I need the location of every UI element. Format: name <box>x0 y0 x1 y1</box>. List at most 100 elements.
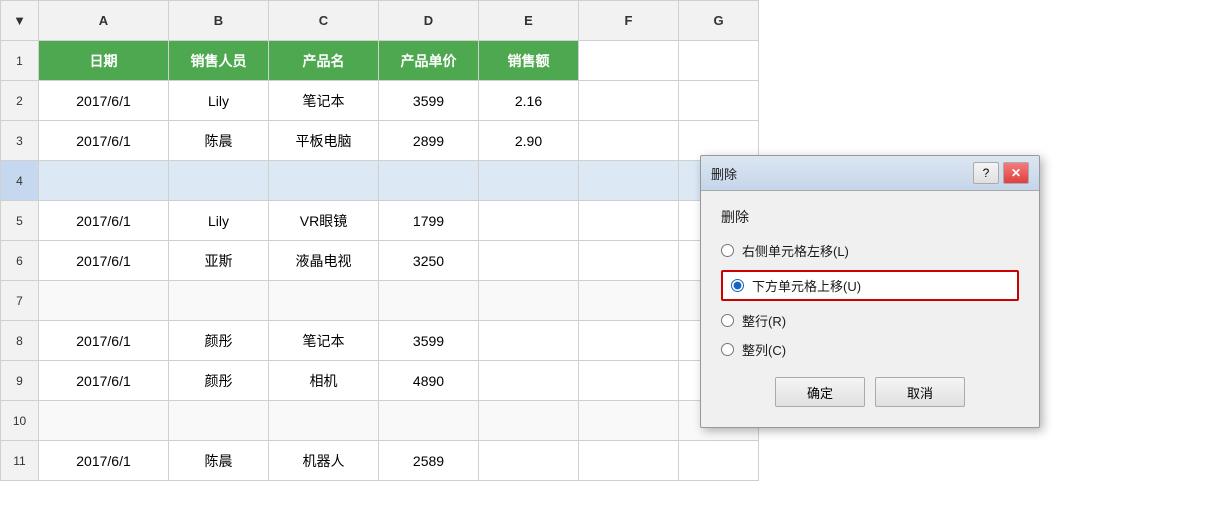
cell-7-0[interactable] <box>39 281 169 321</box>
cell-9-2[interactable]: 相机 <box>269 361 379 401</box>
cell-8-4[interactable] <box>479 321 579 361</box>
cell-4-5[interactable] <box>579 161 679 201</box>
cell-7-4[interactable] <box>479 281 579 321</box>
cell-5-5[interactable] <box>579 201 679 241</box>
cell-2-4[interactable]: 2.16 <box>479 81 579 121</box>
cell-7-1[interactable] <box>169 281 269 321</box>
cell-10-4[interactable] <box>479 401 579 441</box>
radio-input-3[interactable] <box>721 314 734 327</box>
cell-10-2[interactable] <box>269 401 379 441</box>
ok-button[interactable]: 确定 <box>775 377 865 407</box>
col-header-c[interactable]: C <box>269 1 379 41</box>
cell-6-5[interactable] <box>579 241 679 281</box>
cell-9-3[interactable]: 4890 <box>379 361 479 401</box>
cell-3-2[interactable]: 平板电脑 <box>269 121 379 161</box>
dialog-titlebar-buttons: ? ✕ <box>973 162 1029 184</box>
cell-2-5[interactable] <box>579 81 679 121</box>
cell-4-1[interactable] <box>169 161 269 201</box>
cell-2-6[interactable] <box>679 81 759 121</box>
cell-2-1[interactable]: Lily <box>169 81 269 121</box>
cell-6-3[interactable]: 3250 <box>379 241 479 281</box>
cell-10-3[interactable] <box>379 401 479 441</box>
col-header-g[interactable]: G <box>679 1 759 41</box>
cell-9-5[interactable] <box>579 361 679 401</box>
cell-1f[interactable] <box>579 41 679 81</box>
cell-2-0[interactable]: 2017/6/1 <box>39 81 169 121</box>
table-row: 22017/6/1Lily笔记本35992.16 <box>1 81 759 121</box>
col-header-f[interactable]: F <box>579 1 679 41</box>
dialog-body: 删除 右侧单元格左移(L) 下方单元格上移(U) 整行(R) 整列(C) 确定 … <box>701 191 1039 427</box>
header-cell-sales-person[interactable]: 销售人员 <box>169 41 269 81</box>
cell-11-6[interactable] <box>679 441 759 481</box>
cell-11-3[interactable]: 2589 <box>379 441 479 481</box>
spreadsheet-table: ▼ A B C D E F G 1 日期 销售人员 产品名 产品单价 <box>0 0 759 481</box>
radio-option-1[interactable]: 右侧单元格左移(L) <box>721 241 1019 260</box>
cell-2-3[interactable]: 3599 <box>379 81 479 121</box>
row-num-8: 8 <box>1 321 39 361</box>
row-num-9: 9 <box>1 361 39 401</box>
col-header-b[interactable]: B <box>169 1 269 41</box>
cell-11-2[interactable]: 机器人 <box>269 441 379 481</box>
cell-8-1[interactable]: 颜彤 <box>169 321 269 361</box>
radio-label-2: 下方单元格上移(U) <box>752 276 861 295</box>
cell-4-4[interactable] <box>479 161 579 201</box>
cell-4-2[interactable] <box>269 161 379 201</box>
cell-3-5[interactable] <box>579 121 679 161</box>
cell-8-0[interactable]: 2017/6/1 <box>39 321 169 361</box>
row-num-4: 4 <box>1 161 39 201</box>
cell-5-0[interactable]: 2017/6/1 <box>39 201 169 241</box>
cell-5-3[interactable]: 1799 <box>379 201 479 241</box>
cell-10-1[interactable] <box>169 401 269 441</box>
header-cell-date[interactable]: 日期 <box>39 41 169 81</box>
cell-6-0[interactable]: 2017/6/1 <box>39 241 169 281</box>
col-header-d[interactable]: D <box>379 1 479 41</box>
cell-10-0[interactable] <box>39 401 169 441</box>
radio-input-2[interactable] <box>731 279 744 292</box>
cell-8-3[interactable]: 3599 <box>379 321 479 361</box>
cell-6-1[interactable]: 亚斯 <box>169 241 269 281</box>
cell-4-3[interactable] <box>379 161 479 201</box>
radio-input-4[interactable] <box>721 343 734 356</box>
cell-11-1[interactable]: 陈晨 <box>169 441 269 481</box>
radio-input-1[interactable] <box>721 244 734 257</box>
cell-9-1[interactable]: 颜彤 <box>169 361 269 401</box>
table-row: 4 <box>1 161 759 201</box>
dialog-close-button[interactable]: ✕ <box>1003 162 1029 184</box>
cancel-button[interactable]: 取消 <box>875 377 965 407</box>
cell-7-3[interactable] <box>379 281 479 321</box>
cell-10-5[interactable] <box>579 401 679 441</box>
cell-9-0[interactable]: 2017/6/1 <box>39 361 169 401</box>
header-cell-unit-price[interactable]: 产品单价 <box>379 41 479 81</box>
radio-option-2[interactable]: 下方单元格上移(U) <box>721 270 1019 301</box>
table-row: 62017/6/1亚斯液晶电视3250 <box>1 241 759 281</box>
cell-8-5[interactable] <box>579 321 679 361</box>
radio-label-4: 整列(C) <box>742 340 786 359</box>
cell-3-1[interactable]: 陈晨 <box>169 121 269 161</box>
cell-3-4[interactable]: 2.90 <box>479 121 579 161</box>
cell-3-3[interactable]: 2899 <box>379 121 479 161</box>
cell-9-4[interactable] <box>479 361 579 401</box>
col-header-e[interactable]: E <box>479 1 579 41</box>
radio-option-4[interactable]: 整列(C) <box>721 340 1019 359</box>
cell-7-2[interactable] <box>269 281 379 321</box>
col-header-a[interactable]: A <box>39 1 169 41</box>
cell-6-4[interactable] <box>479 241 579 281</box>
cell-2-2[interactable]: 笔记本 <box>269 81 379 121</box>
cell-11-0[interactable]: 2017/6/1 <box>39 441 169 481</box>
header-cell-product-name[interactable]: 产品名 <box>269 41 379 81</box>
dialog-help-button[interactable]: ? <box>973 162 999 184</box>
radio-option-3[interactable]: 整行(R) <box>721 311 1019 330</box>
radio-label-1: 右侧单元格左移(L) <box>742 241 849 260</box>
header-cell-sales-amount[interactable]: 销售额 <box>479 41 579 81</box>
cell-11-4[interactable] <box>479 441 579 481</box>
cell-5-2[interactable]: VR眼镜 <box>269 201 379 241</box>
cell-5-1[interactable]: Lily <box>169 201 269 241</box>
cell-5-4[interactable] <box>479 201 579 241</box>
cell-3-0[interactable]: 2017/6/1 <box>39 121 169 161</box>
cell-1g[interactable] <box>679 41 759 81</box>
cell-4-0[interactable] <box>39 161 169 201</box>
cell-8-2[interactable]: 笔记本 <box>269 321 379 361</box>
cell-6-2[interactable]: 液晶电视 <box>269 241 379 281</box>
cell-11-5[interactable] <box>579 441 679 481</box>
cell-7-5[interactable] <box>579 281 679 321</box>
